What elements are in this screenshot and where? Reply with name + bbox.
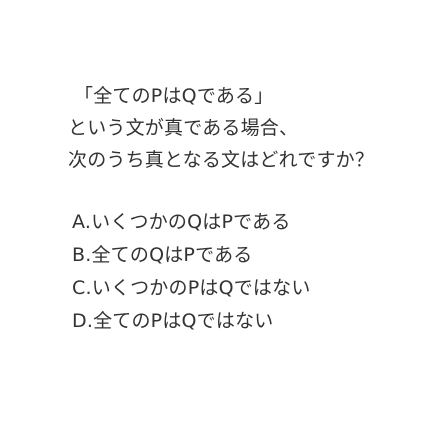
choice-a[interactable]: A.いくつかのQはPである <box>72 206 412 239</box>
question-text: 「全てのPはQである」 という文が真である場合、 次のうち真となる文はどれですか… <box>68 80 418 176</box>
choice-b[interactable]: B.全てのQはPである <box>72 239 412 272</box>
quiz-card: 「全てのPはQである」 という文が真である場合、 次のうち真となる文はどれですか… <box>0 0 424 424</box>
choice-c[interactable]: C.いくつかのPはQではない <box>72 272 412 305</box>
question-line-3: 次のうち真となる文はどれですか？ <box>68 149 375 171</box>
question-premise: 「全てのPはQである」 <box>74 85 274 107</box>
question-line-2: という文が真である場合、 <box>68 117 299 139</box>
choice-d[interactable]: D.全てのPはQではない <box>72 305 412 338</box>
answer-choices: A.いくつかのQはPである B.全てのQはPである C.いくつかのPはQではない… <box>72 206 412 338</box>
